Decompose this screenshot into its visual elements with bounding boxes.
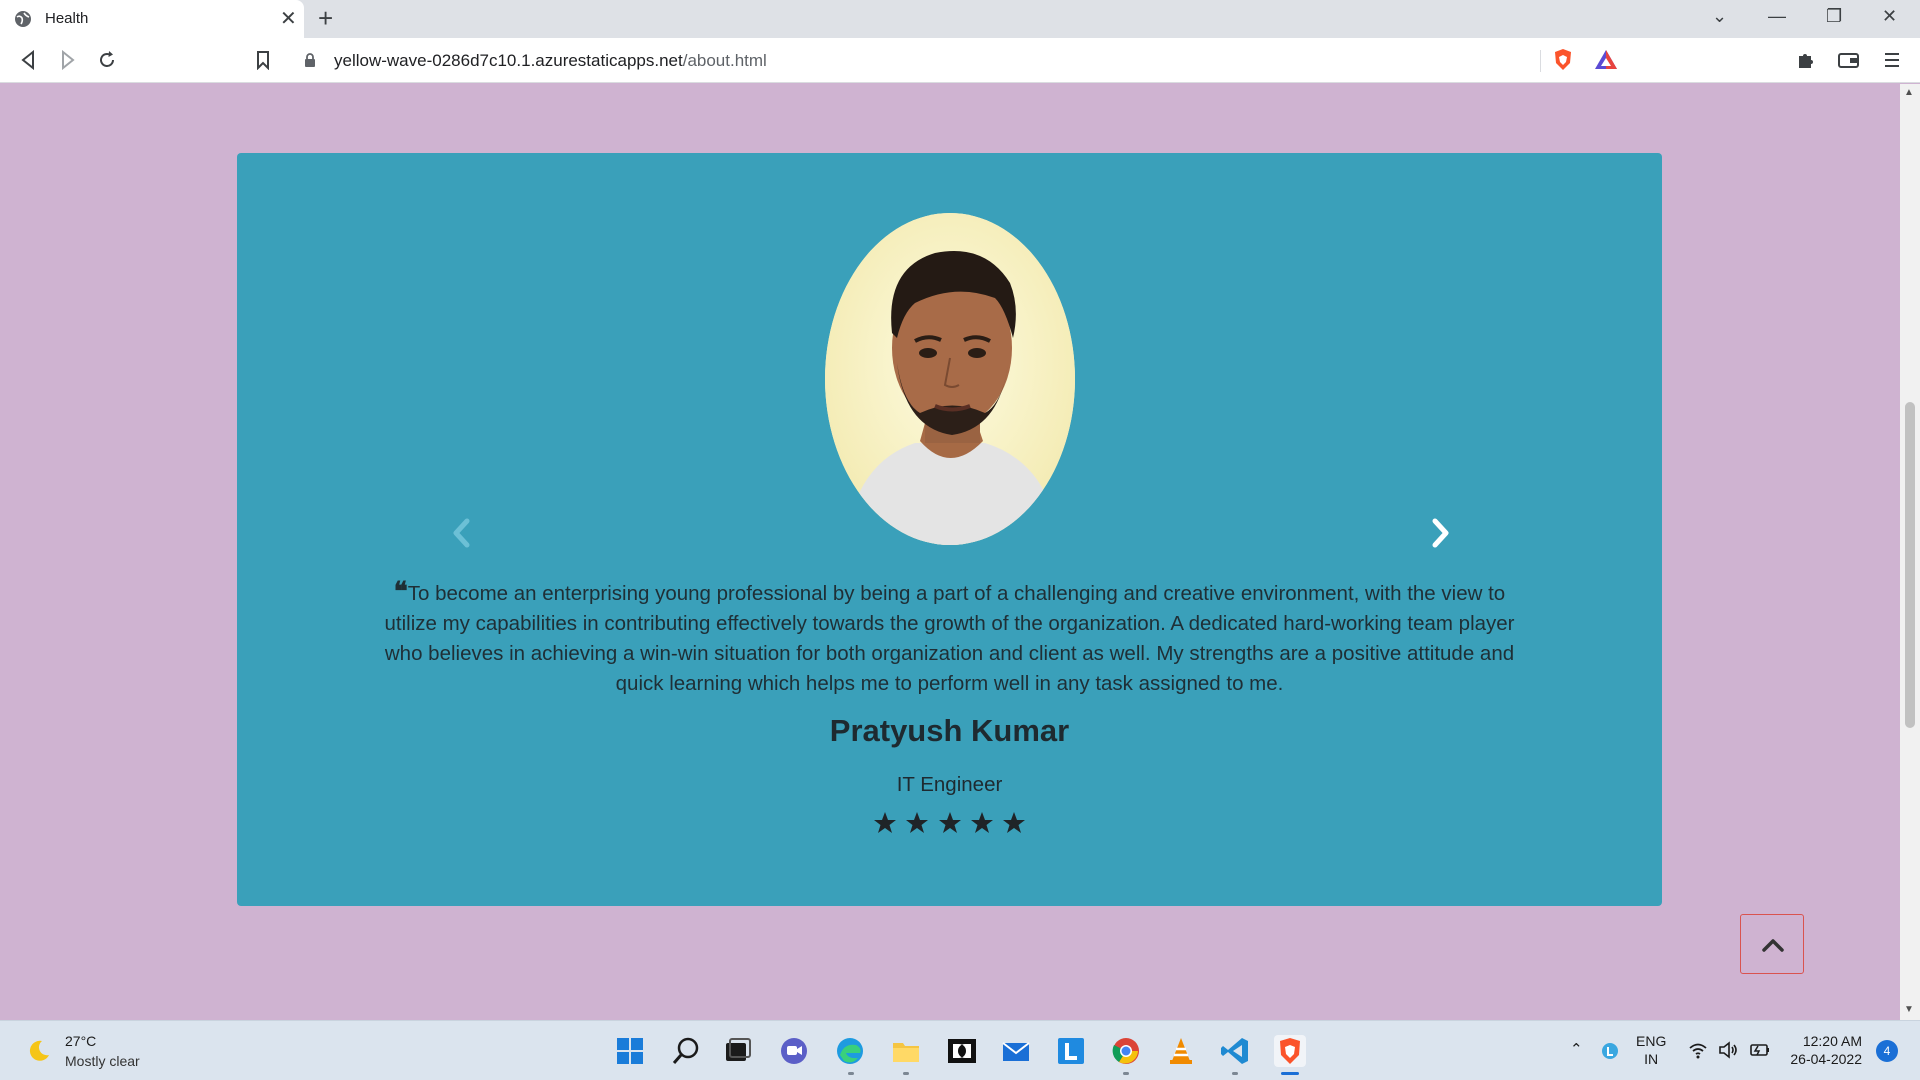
wifi-icon[interactable] (1688, 1041, 1708, 1059)
extensions-icon[interactable] (1796, 50, 1816, 70)
running-indicator (1123, 1072, 1129, 1075)
lock-icon (305, 53, 315, 67)
close-tab-icon[interactable]: ✕ (280, 6, 297, 31)
running-indicator (903, 1072, 909, 1075)
wallet-icon[interactable] (1838, 51, 1860, 69)
clock-time: 12:20 AM (1802, 1033, 1862, 1049)
star-icon (873, 812, 896, 833)
person-role: IT Engineer (896, 773, 1003, 796)
clock-date: 26-04-2022 (1790, 1051, 1862, 1067)
carousel-prev-icon[interactable] (447, 513, 477, 553)
dolby-icon[interactable] (946, 1035, 978, 1067)
windows-taskbar: 27°C Mostly clear ⌃ ENG IN 12:20 AM 26-0… (0, 1020, 1920, 1080)
weather-temperature[interactable]: 27°C (65, 1033, 96, 1049)
person-name: Pratyush Kumar (829, 713, 1070, 748)
chevron-up-icon (1762, 939, 1784, 952)
file-explorer-icon[interactable] (890, 1035, 922, 1067)
mail-icon[interactable] (1000, 1035, 1032, 1067)
language-code: ENG (1636, 1033, 1667, 1049)
browser-tab-bar: Health ✕ + ⌄ — ❐ ✕ (0, 0, 1920, 38)
show-hidden-icons-icon[interactable]: ⌃ (1570, 1040, 1583, 1058)
app-tray-icon[interactable] (1600, 1041, 1620, 1061)
forward-icon[interactable] (60, 50, 76, 70)
url-path: /about.html (682, 51, 767, 70)
star-icon (970, 812, 993, 833)
teams-chat-icon[interactable] (778, 1035, 810, 1067)
back-to-top-button[interactable] (1740, 914, 1804, 974)
url-text: yellow-wave-0286d7c10.1.azurestaticapps.… (334, 51, 767, 71)
testimonial-card: ❝To become an enterprising young profess… (237, 153, 1662, 906)
address-bar[interactable]: yellow-wave-0286d7c10.1.azurestaticapps.… (290, 44, 1617, 77)
testimonial-quote: ❝To become an enterprising young profess… (367, 577, 1532, 699)
start-icon[interactable] (614, 1035, 646, 1067)
restore-icon[interactable]: ❐ (1826, 6, 1842, 27)
active-app-indicator (1281, 1072, 1299, 1075)
reload-icon[interactable] (97, 50, 117, 70)
menu-icon[interactable] (1884, 51, 1900, 69)
globe-icon (15, 11, 31, 27)
omnibox-divider (1540, 50, 1541, 72)
chrome-icon[interactable] (1110, 1035, 1142, 1067)
battery-icon[interactable] (1748, 1041, 1770, 1059)
l-app-icon[interactable] (1055, 1035, 1087, 1067)
brave-shields-icon[interactable] (1552, 48, 1574, 72)
bookmark-icon[interactable] (256, 50, 270, 70)
region-code: IN (1644, 1051, 1659, 1067)
moon-weather-icon[interactable] (26, 1038, 52, 1064)
running-indicator (1232, 1072, 1238, 1075)
close-window-icon[interactable]: ✕ (1882, 6, 1897, 27)
task-view-icon[interactable] (722, 1035, 754, 1067)
volume-icon[interactable] (1718, 1041, 1738, 1059)
star-icon (1003, 812, 1026, 833)
scroll-up-icon[interactable]: ▲ (1904, 87, 1914, 98)
new-tab-icon[interactable]: + (318, 3, 333, 34)
scroll-down-icon[interactable]: ▼ (1904, 1004, 1914, 1015)
system-clock[interactable]: 12:20 AM 26-04-2022 (1780, 1032, 1862, 1068)
url-host: yellow-wave-0286d7c10.1.azurestaticapps.… (334, 51, 683, 70)
back-icon[interactable] (20, 50, 36, 70)
language-indicator[interactable]: ENG IN (1636, 1032, 1666, 1068)
carousel-next-icon[interactable] (1425, 513, 1455, 553)
profile-photo (825, 213, 1075, 545)
star-icon (906, 812, 929, 833)
vertical-scrollbar[interactable]: ▲ ▼ (1900, 84, 1920, 1020)
quote-left-icon: ❝ (393, 577, 408, 607)
search-icon[interactable] (670, 1035, 702, 1067)
person-portrait-icon (825, 213, 1075, 545)
star-rating (237, 811, 1662, 840)
notification-badge[interactable]: 4 (1876, 1040, 1898, 1062)
page-viewport: ❝To become an enterprising young profess… (0, 84, 1900, 1020)
tab-search-icon[interactable]: ⌄ (1712, 6, 1727, 27)
vscode-icon[interactable] (1219, 1035, 1251, 1067)
running-indicator (848, 1072, 854, 1075)
star-icon (938, 812, 961, 833)
quote-text: To become an enterprising young professi… (384, 582, 1515, 695)
tab-title: Health (45, 10, 89, 27)
browser-toolbar: yellow-wave-0286d7c10.1.azurestaticapps.… (0, 38, 1920, 83)
weather-description[interactable]: Mostly clear (65, 1053, 140, 1069)
scrollbar-thumb[interactable] (1905, 402, 1915, 728)
brave-icon[interactable] (1274, 1035, 1306, 1067)
edge-icon[interactable] (834, 1035, 866, 1067)
brave-rewards-icon[interactable] (1594, 49, 1618, 71)
browser-tab[interactable]: Health ✕ (0, 0, 304, 38)
minimize-icon[interactable]: — (1768, 6, 1786, 27)
vlc-icon[interactable] (1165, 1035, 1197, 1067)
